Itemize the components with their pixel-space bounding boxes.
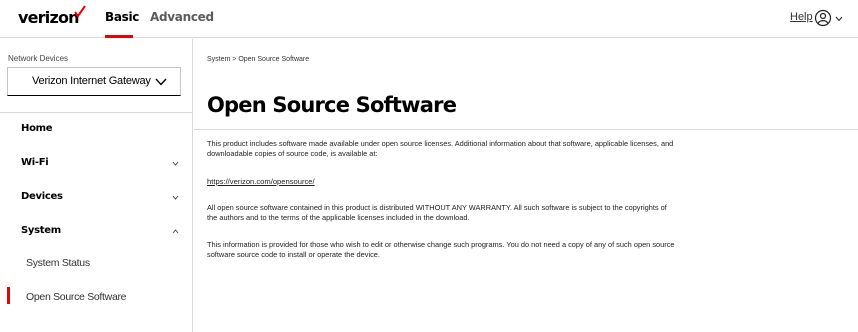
sidebar-subitem-system-status[interactable]: System Status xyxy=(0,246,193,280)
open-source-link[interactable]: https://verizon.com/opensource/ xyxy=(207,177,315,186)
network-device-select[interactable]: Verizon Internet Gateway xyxy=(7,67,181,96)
sidebar-item-devices[interactable]: Devices xyxy=(0,180,193,214)
sidebar-item-label: System xyxy=(21,225,61,236)
paragraph-licenses: This product includes software made avai… xyxy=(207,139,674,158)
network-device-select-value: Verizon Internet Gateway xyxy=(32,75,151,87)
sidebar-subitem-open-source-software[interactable]: Open Source Software xyxy=(0,280,193,314)
top-bar: verizon Basic Advanced Help xyxy=(0,0,858,38)
title-divider xyxy=(194,129,858,130)
tab-advanced[interactable]: Advanced xyxy=(150,10,214,24)
network-devices-label: Network Devices xyxy=(8,54,69,63)
logo-check-icon xyxy=(74,5,86,18)
help-link[interactable]: Help xyxy=(790,11,813,23)
chevron-up-icon xyxy=(172,229,179,234)
sidebar-item-label: Home xyxy=(21,123,53,134)
sidebar-item-wifi[interactable]: Wi-Fi xyxy=(0,146,193,180)
active-tab-indicator xyxy=(105,35,133,38)
chevron-down-icon xyxy=(155,78,167,86)
sidebar-item-home[interactable]: Home xyxy=(0,112,193,146)
paragraph-information: This information is provided for those w… xyxy=(207,240,675,259)
sidebar-subitem-label: Open Source Software xyxy=(26,291,127,303)
sidebar-item-label: Devices xyxy=(21,191,63,202)
chevron-down-icon xyxy=(172,195,179,200)
sidebar-item-system[interactable]: System xyxy=(0,214,193,248)
paragraph-warranty: All open source software contained in th… xyxy=(207,203,667,222)
sidebar: Network Devices Verizon Internet Gateway… xyxy=(0,39,193,332)
page-title: Open Source Software xyxy=(207,93,457,117)
active-item-indicator xyxy=(7,287,10,304)
sidebar-item-label: Wi-Fi xyxy=(21,157,49,168)
tab-basic[interactable]: Basic xyxy=(105,10,139,24)
verizon-logo[interactable]: verizon xyxy=(18,8,80,27)
user-menu-button[interactable] xyxy=(812,7,848,29)
chevron-down-icon xyxy=(835,16,843,22)
breadcrumb: System > Open Source Software xyxy=(207,56,310,63)
sidebar-subitem-label: System Status xyxy=(26,257,90,269)
chevron-down-icon xyxy=(172,161,179,166)
